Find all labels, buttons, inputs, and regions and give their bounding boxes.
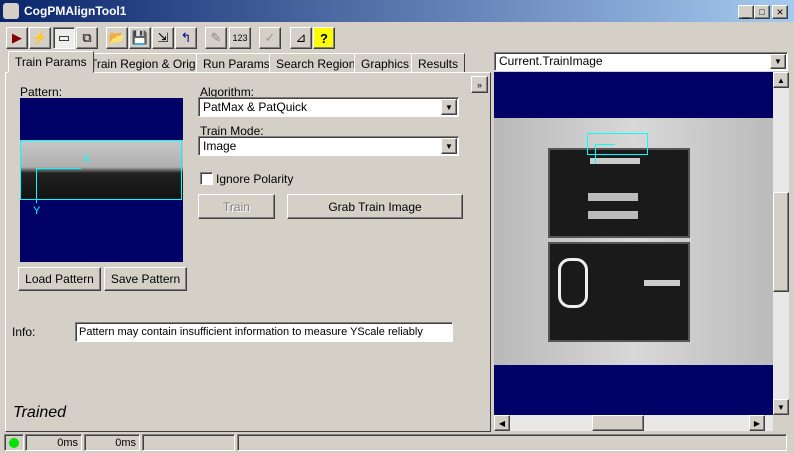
load-pattern-button[interactable]: Load Pattern <box>18 267 101 291</box>
status-time-1: 0ms <box>25 434 82 451</box>
tab-label: Train Params <box>15 55 87 69</box>
run-icon[interactable]: ▶ <box>6 27 28 49</box>
tab-train-params[interactable]: Train Params <box>8 51 94 73</box>
window-title: CogPMAlignTool1 <box>24 4 127 18</box>
app-icon <box>3 3 19 19</box>
graph-icon[interactable]: ✓ <box>259 27 281 49</box>
status-indicator <box>4 434 24 451</box>
trained-status: Trained <box>13 404 67 421</box>
tab-label: Results <box>418 57 459 71</box>
close-button[interactable]: × <box>772 5 788 19</box>
image-select-value: Current.TrainImage <box>499 54 603 68</box>
train-image <box>494 118 773 365</box>
scroll-up-icon[interactable]: ▲ <box>773 72 789 88</box>
show-train-icon[interactable]: ▭ <box>53 27 75 49</box>
maximize-button[interactable]: □ <box>754 5 770 19</box>
status-pane-4 <box>237 434 787 451</box>
axis-y-label: Y <box>33 205 41 217</box>
expand-icon[interactable]: » <box>471 76 488 93</box>
save-pattern-button[interactable]: Save Pattern <box>104 267 187 291</box>
origin-y-axis <box>36 168 37 203</box>
grab-train-image-button[interactable]: Grab Train Image <box>287 194 463 219</box>
tool-2 <box>588 193 638 201</box>
save-icon[interactable]: 💾 <box>129 27 151 49</box>
reset-icon[interactable]: ↰ <box>175 27 197 49</box>
tab-label: Run Params <box>203 57 270 71</box>
save-as-icon[interactable]: ⇲ <box>152 27 174 49</box>
tab-graphics[interactable]: Graphics <box>354 53 417 73</box>
tab-label: Train Region & Origin <box>90 57 205 71</box>
tab-run-params[interactable]: Run Params <box>196 53 277 73</box>
tool-1 <box>590 158 640 164</box>
tab-label: Graphics <box>361 57 410 71</box>
electric-icon[interactable]: ⚡ <box>29 27 51 49</box>
chevron-down-icon[interactable]: ▼ <box>770 54 786 69</box>
status-pane-3 <box>142 434 235 451</box>
pattern-image: X Y <box>20 98 183 262</box>
tab-train-region-origin[interactable]: Train Region & Origin <box>83 53 212 73</box>
vertical-scroll-thumb[interactable] <box>773 192 789 292</box>
tab-results[interactable]: Results <box>411 53 466 73</box>
origin-x-axis <box>595 144 615 145</box>
chevron-down-icon[interactable]: ▼ <box>441 99 457 115</box>
open-icon[interactable]: 📂 <box>106 27 128 49</box>
numeric-icon[interactable]: 123 <box>229 27 251 49</box>
status-led-icon <box>9 438 19 448</box>
wand-icon[interactable]: ✎ <box>205 27 227 49</box>
ignore-polarity-checkbox[interactable] <box>200 172 213 185</box>
scroll-down-icon[interactable]: ▼ <box>773 399 789 415</box>
algorithm-select[interactable]: PatMax & PatQuick ▼ <box>198 97 459 117</box>
info-field: Pattern may contain insufficient informa… <box>75 322 453 342</box>
origin-x-axis <box>36 168 81 169</box>
algorithm-value: PatMax & PatQuick <box>203 100 308 114</box>
tab-search-region[interactable]: Search Region <box>269 53 363 73</box>
pattern-label: Pattern: <box>20 85 63 99</box>
scroll-right-icon[interactable]: ▶ <box>749 415 765 431</box>
train-mode-select[interactable]: Image ▼ <box>198 136 459 156</box>
minimize-button[interactable]: _ <box>738 5 754 19</box>
pattern-box <box>20 140 182 200</box>
train-button[interactable]: Train <box>198 194 275 219</box>
horizontal-scrollbar[interactable]: ◀ ▶ <box>494 415 773 431</box>
horizontal-scroll-thumb[interactable] <box>592 415 644 431</box>
info-label: Info: <box>12 325 36 339</box>
show-search-icon[interactable]: ⧉ <box>76 27 98 49</box>
scroll-left-icon[interactable]: ◀ <box>494 415 510 431</box>
tool-3 <box>588 211 638 219</box>
title-bar: CogPMAlignTool1 <box>0 0 794 22</box>
chevron-down-icon[interactable]: ▼ <box>441 138 457 154</box>
train-mode-value: Image <box>203 139 237 153</box>
help-icon[interactable]: ? <box>313 27 335 49</box>
image-select[interactable]: Current.TrainImage ▼ <box>494 52 788 71</box>
scissors <box>558 258 588 308</box>
status-time-2: 0ms <box>84 434 140 451</box>
measure-icon[interactable]: ⊿ <box>290 27 312 49</box>
image-display <box>494 72 773 415</box>
tool-4 <box>644 280 680 286</box>
ignore-polarity-label: Ignore Polarity <box>216 172 294 186</box>
vertical-scrollbar[interactable]: ▲ ▼ <box>773 72 789 415</box>
tab-label: Search Region <box>276 57 356 71</box>
axis-x-label: X <box>83 153 91 165</box>
origin-y-axis <box>595 144 596 164</box>
